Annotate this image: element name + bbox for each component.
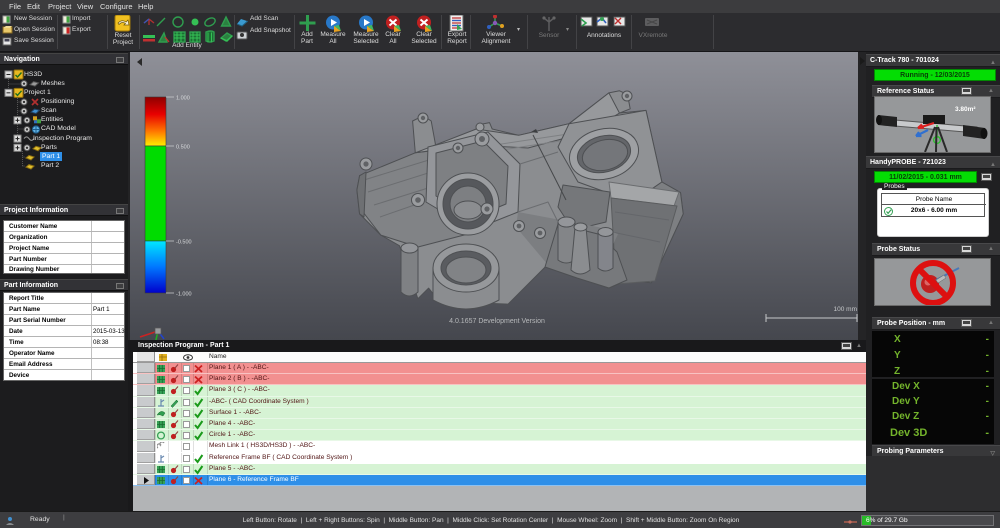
svg-text:-1.000: -1.000 <box>176 292 192 298</box>
svg-text:4.0.1657 Development Version: 4.0.1657 Development Version <box>449 318 545 325</box>
svg-text:-0.500: -0.500 <box>176 240 192 246</box>
svg-text:0.500: 0.500 <box>176 145 190 151</box>
svg-text:100 mm: 100 mm <box>834 306 857 313</box>
svg-text:3.80m²: 3.80m² <box>955 106 976 113</box>
svg-text:1.000: 1.000 <box>176 96 190 102</box>
